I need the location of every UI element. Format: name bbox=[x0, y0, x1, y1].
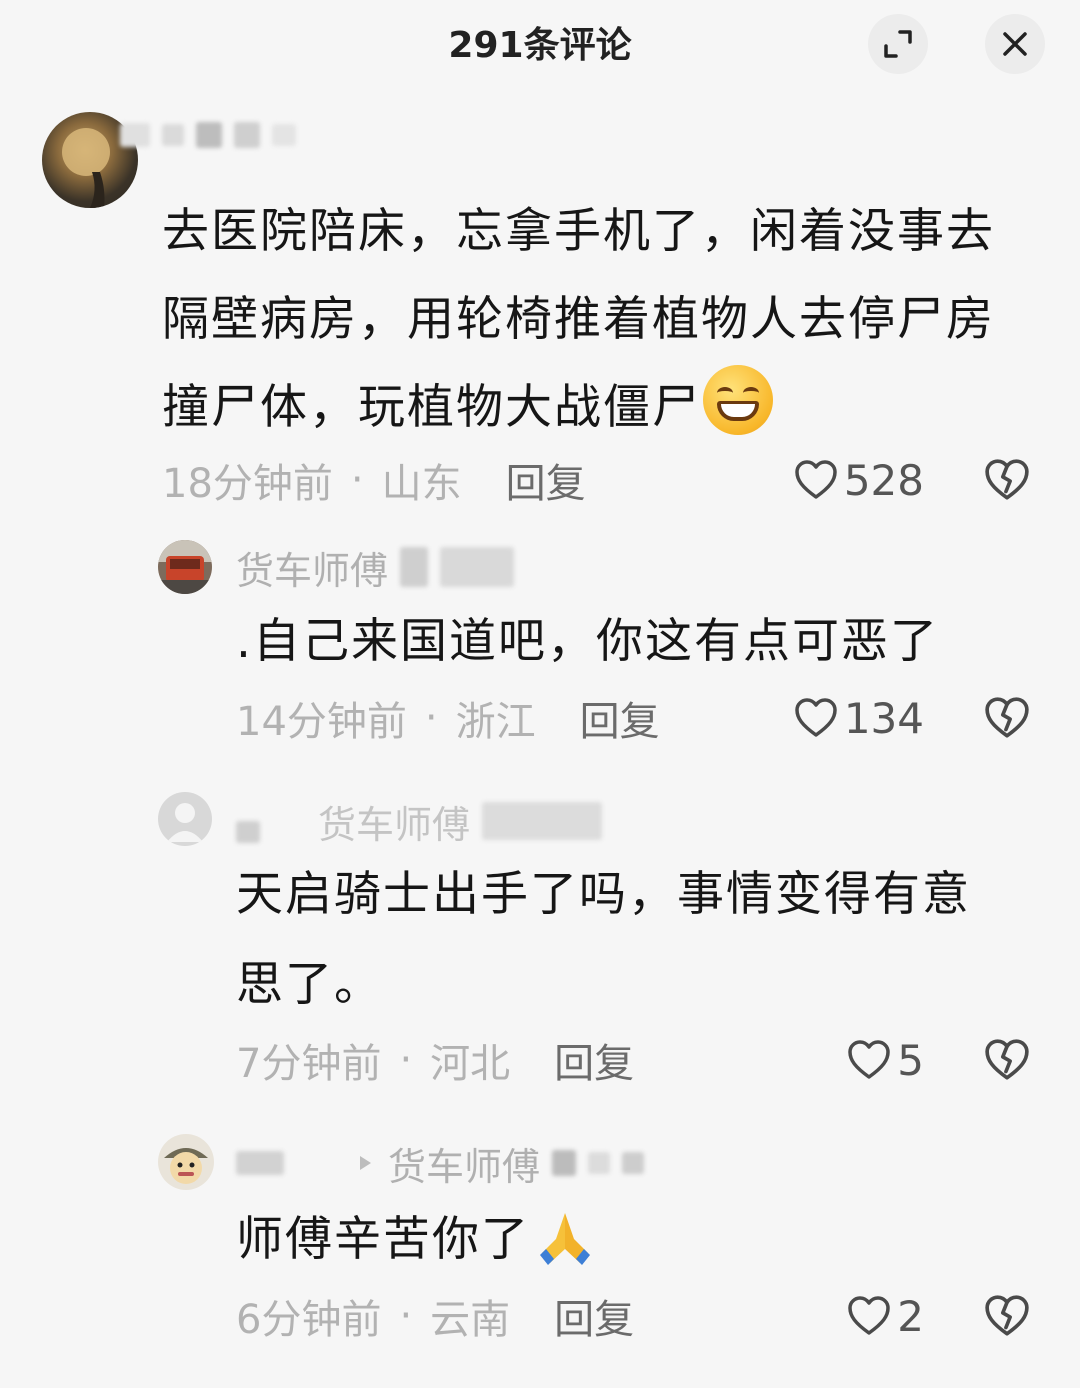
broken-heart-icon[interactable] bbox=[984, 695, 1030, 741]
timestamp: 18分钟前 bbox=[162, 461, 333, 507]
avatar[interactable] bbox=[158, 1134, 214, 1190]
blurred-name bbox=[120, 123, 150, 147]
heart-icon bbox=[848, 1296, 891, 1335]
broken-heart-icon[interactable] bbox=[984, 457, 1030, 503]
username[interactable]: 货车师傅 bbox=[236, 540, 515, 594]
blurred-name bbox=[196, 122, 222, 148]
folded-hands-emoji bbox=[540, 1213, 590, 1265]
reply-button[interactable]: 回复 bbox=[554, 1287, 634, 1345]
location: 浙江 bbox=[455, 699, 536, 745]
cartoon-avatar-image bbox=[164, 1148, 208, 1184]
avatar[interactable] bbox=[158, 540, 212, 594]
blurred-name bbox=[236, 821, 260, 843]
expand-button[interactable] bbox=[868, 14, 928, 74]
comments-panel: 291条评论 去医院陪床，忘拿手机了，闲着没事去 隔壁病房，用轮椅推着植物人去停… bbox=[0, 0, 1080, 1388]
like-count: 134 bbox=[843, 693, 924, 743]
reply-to-name: 货车师傅 bbox=[388, 1144, 541, 1189]
default-avatar-icon bbox=[167, 803, 203, 842]
like-count: 2 bbox=[897, 1291, 924, 1341]
reply-to-name: 货车师傅 bbox=[318, 802, 471, 847]
reply-arrow-icon bbox=[360, 1156, 371, 1170]
grinning-face-emoji bbox=[703, 365, 773, 435]
commenter-name: 货车师傅 bbox=[236, 548, 389, 593]
like-button[interactable]: 2 bbox=[847, 1288, 924, 1344]
blurred-name bbox=[588, 1152, 611, 1174]
like-button[interactable]: 528 bbox=[794, 452, 924, 508]
close-button[interactable] bbox=[985, 14, 1045, 74]
like-count: 528 bbox=[843, 455, 924, 505]
truck-image bbox=[158, 540, 212, 594]
location: 山东 bbox=[381, 461, 462, 507]
close-icon bbox=[1003, 32, 1027, 56]
reply-button[interactable]: 回复 bbox=[554, 1031, 634, 1089]
timestamp: 14分钟前 bbox=[236, 699, 407, 745]
blurred-name bbox=[440, 547, 515, 587]
comment-meta: 6分钟前 · 云南 回复 bbox=[236, 1288, 634, 1344]
blurred-name bbox=[236, 1151, 284, 1175]
separator: · bbox=[424, 695, 438, 741]
blurred-name bbox=[162, 124, 184, 146]
blurred-name bbox=[234, 122, 260, 148]
separator: · bbox=[399, 1037, 413, 1083]
separator: · bbox=[350, 457, 364, 503]
timestamp: 7分钟前 bbox=[236, 1041, 382, 1087]
reply-button[interactable]: 回复 bbox=[580, 689, 660, 747]
blurred-name bbox=[482, 802, 603, 840]
avatar[interactable] bbox=[158, 792, 212, 846]
comment-text: 天启骑士出手了吗，事情变得有意 思了。 bbox=[236, 867, 971, 1012]
like-button[interactable]: 134 bbox=[794, 690, 924, 746]
location: 云南 bbox=[430, 1297, 511, 1343]
like-count: 5 bbox=[897, 1035, 924, 1085]
separator: · bbox=[399, 1293, 413, 1339]
comment-text: 去医院陪床，忘拿手机了，闲着没事去 隔壁病房，用轮椅推着植物人去停尸房 撞尸体，… bbox=[162, 204, 995, 435]
comment-text: 师傅辛苦你了 bbox=[236, 1204, 594, 1276]
broken-heart-icon[interactable] bbox=[984, 1293, 1030, 1339]
expand-icon bbox=[884, 30, 912, 58]
timestamp: 6分钟前 bbox=[236, 1297, 382, 1343]
comment-text: .自己来国道吧，你这有点可恶了 bbox=[236, 614, 939, 669]
heart-icon bbox=[795, 698, 837, 737]
username[interactable]: 货车师傅 bbox=[236, 794, 603, 848]
like-button[interactable]: 5 bbox=[847, 1032, 924, 1088]
blurred-name bbox=[622, 1152, 645, 1174]
comment-meta: 14分钟前 · 浙江 回复 bbox=[236, 690, 660, 746]
blurred-name bbox=[400, 547, 429, 587]
username-blurred[interactable] bbox=[120, 122, 296, 148]
comment-meta: 7分钟前 · 河北 回复 bbox=[236, 1032, 634, 1088]
reply-button[interactable]: 回复 bbox=[506, 451, 586, 509]
comment-meta: 18分钟前 · 山东 回复 bbox=[162, 452, 586, 508]
heart-icon bbox=[795, 460, 837, 499]
broken-heart-icon[interactable] bbox=[984, 1037, 1030, 1083]
blurred-name bbox=[552, 1150, 577, 1176]
username[interactable]: 货车师傅 bbox=[236, 1136, 645, 1190]
blurred-name bbox=[272, 124, 296, 146]
heart-icon bbox=[848, 1040, 891, 1079]
location: 河北 bbox=[430, 1041, 511, 1087]
